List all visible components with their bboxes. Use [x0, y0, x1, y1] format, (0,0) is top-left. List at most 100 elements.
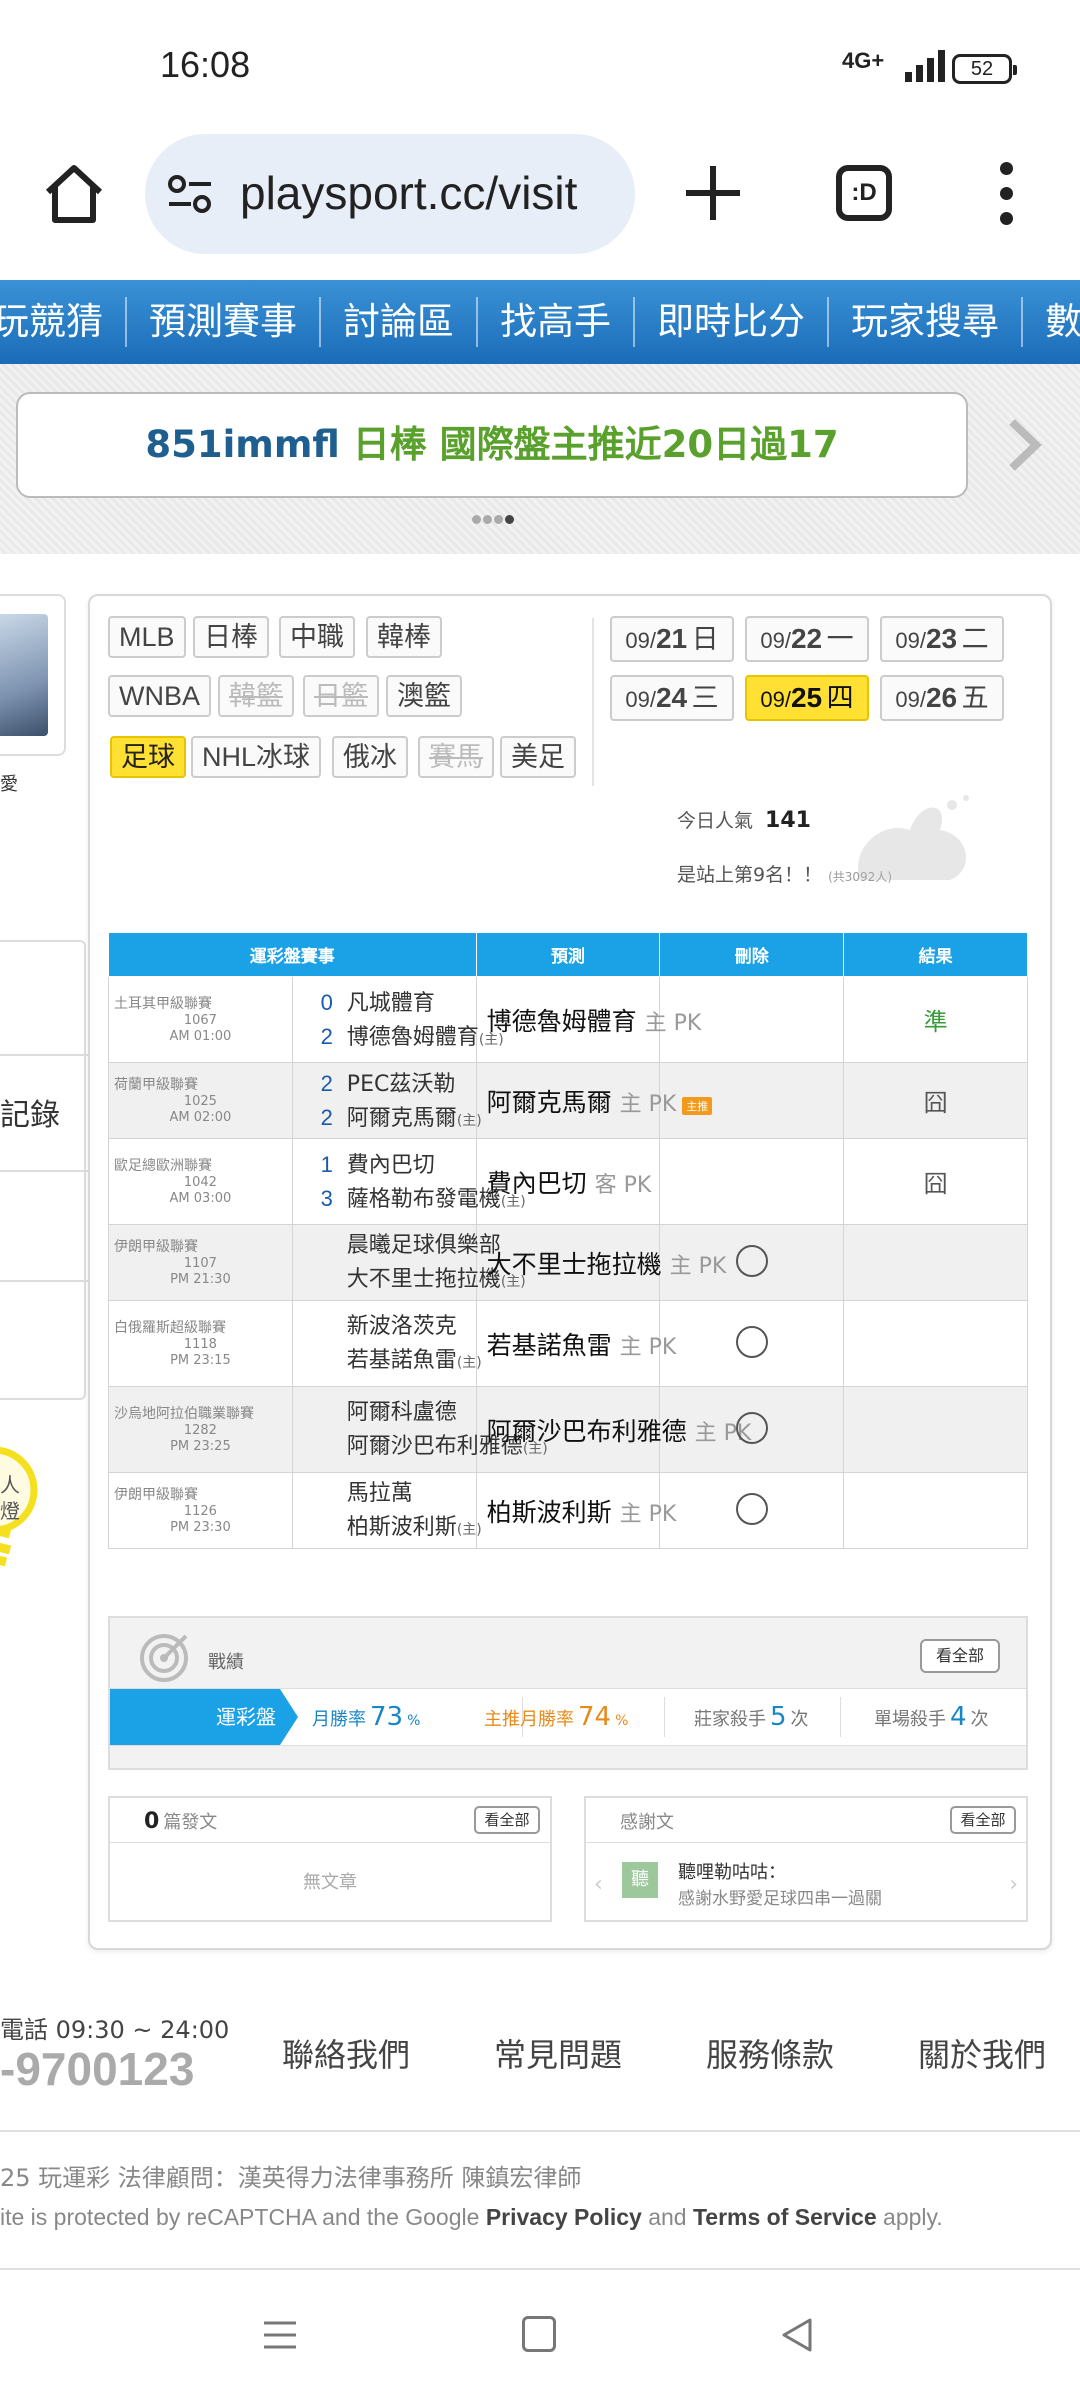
record-stats: 運彩盤 月勝率 73% 主推月勝率 74% 莊家殺手 5 次 單場殺手 4 次 — [110, 1688, 1026, 1746]
delete-radio[interactable] — [735, 1492, 768, 1525]
chevron-right-icon[interactable]: › — [1009, 1872, 1018, 1897]
record-view-all-button[interactable]: 看全部 — [920, 1639, 1000, 1673]
address-bar[interactable]: playsport.cc/visit — [145, 134, 635, 254]
result-cell — [843, 1224, 1028, 1301]
prediction-table: 運彩盤賽事 預測 刪除 結果 土耳其甲級聯賽 1067 AM 01:00 0 凡城體育 2… — [108, 932, 1028, 1549]
match-cell[interactable]: 馬拉萬 柏斯波利斯(主) — [291, 1472, 482, 1549]
nav-item-guess[interactable]: 玩競猜 — [0, 297, 127, 347]
articles-view-all-button[interactable]: 看全部 — [474, 1806, 540, 1834]
sport-tag-soccer[interactable]: 足球 — [110, 736, 186, 778]
delete-cell[interactable] — [659, 1300, 845, 1387]
league-cell: 荷蘭甲級聯賽 1025 AM 02:00 — [108, 1062, 293, 1139]
footer-link-terms[interactable]: 服務條款 — [706, 2030, 834, 2076]
date-tab[interactable]: 09/21 日 — [610, 616, 734, 662]
back-icon[interactable] — [778, 2316, 816, 2354]
sport-tag-cpbl[interactable]: 中職 — [279, 616, 355, 658]
match-cell[interactable]: 阿爾科盧德 阿爾沙巴布利雅德(主) — [291, 1386, 548, 1473]
promo-area: 851immfl 日棒 國際盤主推近20日過17 — [0, 364, 1080, 554]
footer-link-about[interactable]: 關於我們 — [918, 2030, 1046, 2076]
home-team: 博德魯姆體育 — [346, 1024, 479, 1050]
bulb-text: 人燈 — [0, 1473, 20, 1523]
pick-type: 主 PK — [619, 1334, 677, 1360]
league-cell: 歐足總歐洲聯賽 1042 AM 03:00 — [108, 1138, 293, 1225]
chevron-right-icon[interactable] — [1000, 414, 1048, 476]
chevron-left-icon[interactable]: ‹ — [594, 1872, 603, 1897]
match-cell[interactable]: 1 費內巴切 3 薩格勒布發電機(主) — [291, 1138, 526, 1225]
sport-tag-kbo[interactable]: 韓棒 — [366, 616, 442, 658]
pick-cell: 阿爾沙巴布利雅德主 PK — [475, 1386, 751, 1473]
popularity: 今日人氣 141 — [677, 808, 811, 833]
result-mark: 囧 — [923, 1089, 948, 1117]
pick-cell: 柏斯波利斯主 PK — [475, 1472, 676, 1549]
network-indicator: 4G+ — [842, 48, 885, 73]
tab-switcher-button[interactable]: :D — [836, 165, 892, 221]
site-settings-icon[interactable] — [167, 174, 213, 214]
sport-tag-nfl[interactable]: 美足 — [500, 736, 576, 778]
thanks-author[interactable]: 聽哩勒咕咕： — [678, 1858, 786, 1884]
site-nav: 玩競猜 預測賽事 討論區 找高手 即時比分 玩家搜尋 數據 — [0, 280, 1080, 364]
thanks-message[interactable]: 感謝水野愛足球四串一過關 — [678, 1884, 882, 1909]
avatar[interactable] — [0, 614, 48, 736]
sport-tag-nbl[interactable]: 澳籃 — [386, 675, 462, 717]
footer-link-faq[interactable]: 常見問題 — [494, 2030, 622, 2076]
table-row: 歐足總歐洲聯賽 1042 AM 03:00 1 費內巴切 3 薩格勒布發電機(主) 費內巴切客… — [108, 1138, 1028, 1225]
sport-tag-horse: 賽馬 — [418, 736, 494, 778]
nav-item-forum[interactable]: 討論區 — [321, 297, 478, 347]
col-header-match: 運彩盤賽事 — [108, 932, 477, 977]
date-tab-active[interactable]: 09/25 四 — [745, 675, 869, 721]
thanks-title: 感謝文 — [620, 1812, 674, 1833]
sport-tag-khl[interactable]: 俄冰 — [332, 736, 408, 778]
result-cell: 囧 — [843, 1062, 1028, 1139]
legal-text: 25 玩運彩 法律顧問：漢英得力法律事務所 陳鎮宏律師 — [0, 2164, 582, 2192]
match-cell[interactable]: 0 凡城體育 2 博德魯姆體育(主) — [291, 976, 504, 1063]
result-cell — [843, 1472, 1028, 1549]
league-cell: 白俄羅斯超級聯賽 1118 PM 23:15 — [108, 1300, 293, 1387]
away-score: 0 — [320, 989, 333, 1015]
terms-of-service-link[interactable]: Terms of Service — [693, 2204, 877, 2230]
result-mark: 準 — [923, 1008, 948, 1036]
pick-cell: 阿爾克馬爾主 PK 主推 — [475, 1062, 713, 1139]
date-tab[interactable]: 09/23 二 — [880, 616, 1004, 662]
promo-user: 851immfl — [145, 423, 340, 466]
delete-cell[interactable] — [659, 1472, 845, 1549]
footer-link-contact[interactable]: 聯絡我們 — [282, 2030, 410, 2076]
delete-radio[interactable] — [735, 1244, 768, 1277]
sport-tag-wnba[interactable]: WNBA — [108, 675, 211, 717]
home-icon[interactable] — [40, 160, 108, 228]
divider — [0, 2268, 1080, 2270]
record-tab-lottery[interactable]: 運彩盤 — [110, 1689, 298, 1745]
menu-icon[interactable] — [262, 2317, 298, 2353]
stat-bookie-killer: 莊家殺手 5 次 — [694, 1702, 809, 1732]
pick-type: 主 PK — [619, 1091, 677, 1117]
pick-team: 若基諾魚雷 — [486, 1330, 612, 1360]
delete-radio[interactable] — [735, 1325, 768, 1358]
nav-item-livescore[interactable]: 即時比分 — [635, 297, 829, 347]
date-tab[interactable]: 09/26 五 — [880, 675, 1004, 721]
delete-cell[interactable] — [659, 1386, 845, 1473]
sport-tag-npb[interactable]: 日棒 — [193, 616, 269, 658]
nav-item-predict[interactable]: 預測賽事 — [127, 297, 321, 347]
more-menu-icon[interactable] — [990, 160, 1024, 228]
home-nav-icon[interactable] — [522, 2316, 556, 2352]
mascot-icon — [858, 795, 969, 880]
record-link[interactable]: 記錄 — [0, 1090, 60, 1134]
carousel-dots — [472, 509, 516, 528]
thanks-view-all-button[interactable]: 看全部 — [950, 1806, 1016, 1834]
sport-tag-mlb[interactable]: MLB — [108, 616, 186, 658]
date-tab[interactable]: 09/22 一 — [745, 616, 869, 662]
privacy-policy-link[interactable]: Privacy Policy — [486, 2204, 642, 2230]
stat-single-killer: 單場殺手 4 次 — [874, 1702, 989, 1732]
signal-icon — [905, 50, 951, 82]
match-cell[interactable]: 2 PEC茲沃勒 2 阿爾克馬爾(主) — [291, 1062, 482, 1139]
new-tab-icon[interactable] — [682, 162, 744, 224]
date-tab[interactable]: 09/24 三 — [610, 675, 734, 721]
match-cell[interactable]: 晨曦足球俱樂部 大不里士拖拉機(主) — [291, 1224, 526, 1301]
pick-team: 費內巴切 — [486, 1168, 587, 1198]
nav-item-player-search[interactable]: 玩家搜尋 — [829, 297, 1023, 347]
nav-item-experts[interactable]: 找高手 — [478, 297, 635, 347]
match-cell[interactable]: 新波洛茨克 若基諾魚雷(主) — [291, 1300, 482, 1387]
sport-tag-nhl[interactable]: NHL冰球 — [191, 736, 322, 778]
nav-item-data[interactable]: 數據 — [1023, 297, 1080, 347]
promo-banner[interactable]: 851immfl 日棒 國際盤主推近20日過17 — [16, 392, 968, 498]
delete-radio[interactable] — [735, 1411, 768, 1444]
